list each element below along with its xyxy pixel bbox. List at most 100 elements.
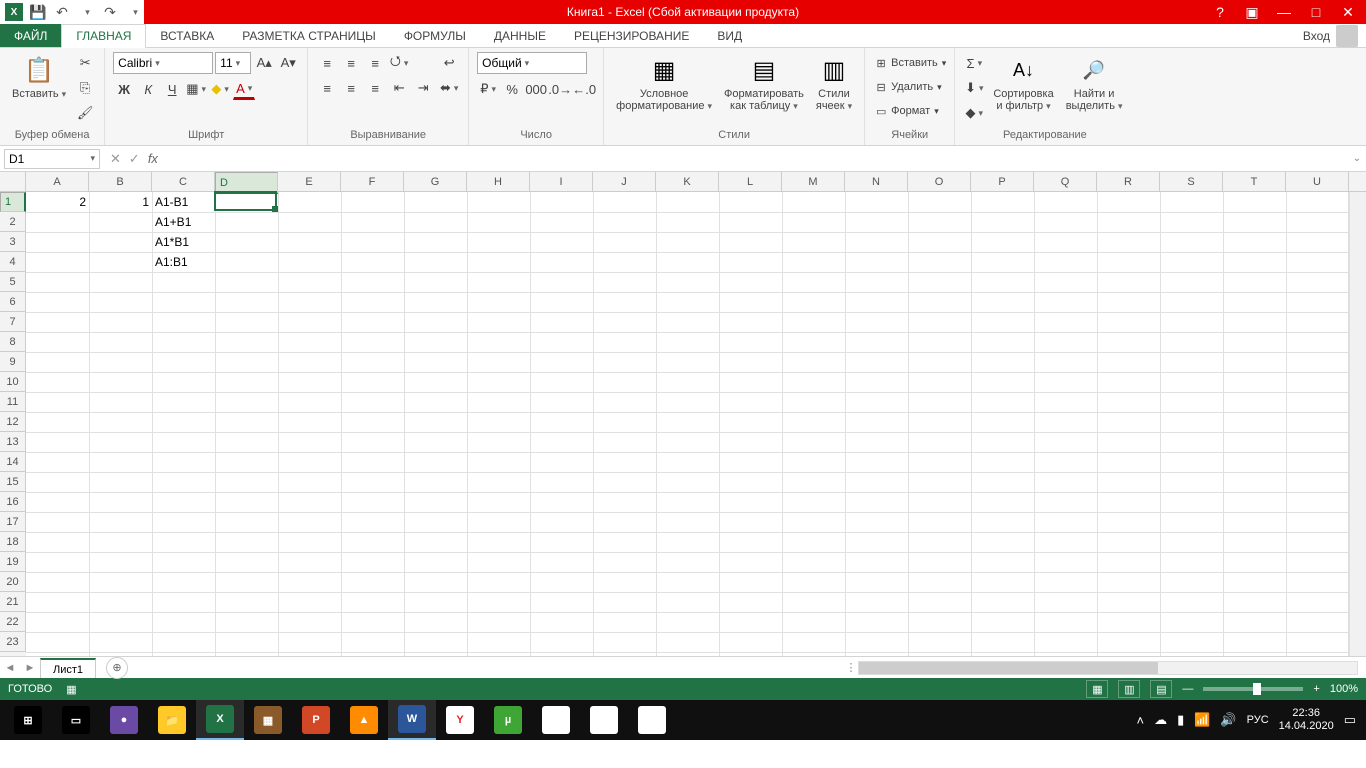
column-header[interactable]: P [971, 172, 1034, 191]
tab-file[interactable]: ФАЙЛ [0, 24, 61, 47]
decrease-decimal-icon[interactable]: ←.0 [573, 78, 595, 100]
cancel-formula-icon[interactable]: ✕ [110, 151, 121, 167]
column-header[interactable]: E [278, 172, 341, 191]
row-header[interactable]: 21 [0, 592, 26, 612]
bold-button[interactable]: Ж [113, 78, 135, 100]
row-header[interactable]: 11 [0, 392, 26, 412]
tray-wifi-icon[interactable]: 📶 [1194, 712, 1210, 728]
increase-decimal-icon[interactable]: .0→ [549, 78, 571, 100]
insert-cells-button[interactable]: ⊞Вставить▾ [873, 52, 946, 74]
column-header[interactable]: C [152, 172, 215, 191]
tray-onedrive-icon[interactable]: ☁ [1154, 712, 1167, 728]
name-box[interactable]: D1▾ [4, 149, 100, 169]
minimize-icon[interactable]: — [1274, 4, 1294, 21]
cell-value[interactable]: A1:B1 [152, 252, 215, 272]
zoom-in-icon[interactable]: + [1313, 683, 1319, 695]
align-center-icon[interactable]: ≡ [340, 77, 362, 99]
row-header[interactable]: 9 [0, 352, 26, 372]
sort-filter-button[interactable]: A↓Сортировка и фильтр [989, 52, 1057, 114]
column-header[interactable]: T [1223, 172, 1286, 191]
row-header[interactable]: 4 [0, 252, 26, 272]
spreadsheet-grid[interactable]: ABCDEFGHIJKLMNOPQRSTU 123456789101112131… [0, 172, 1366, 656]
row-header[interactable]: 23 [0, 632, 26, 652]
column-header[interactable]: O [908, 172, 971, 191]
undo-dropdown[interactable] [76, 2, 96, 22]
format-as-table-button[interactable]: ▤Форматировать как таблицу [720, 52, 808, 114]
qat-customize[interactable] [124, 2, 144, 22]
sheet-tab[interactable]: Лист1 [40, 658, 96, 678]
taskbar-powerpoint[interactable]: P [292, 700, 340, 740]
format-painter-icon[interactable]: 🖌 [74, 102, 96, 124]
normal-view-icon[interactable]: ▦ [1086, 680, 1108, 698]
page-layout-view-icon[interactable]: ▥ [1118, 680, 1140, 698]
align-bottom-icon[interactable]: ≡ [364, 52, 386, 74]
new-sheet-button[interactable]: ⊕ [106, 657, 128, 679]
tab-данные[interactable]: ДАННЫЕ [480, 24, 560, 47]
row-header[interactable]: 1 [0, 192, 26, 212]
zoom-level[interactable]: 100% [1330, 683, 1358, 695]
wrap-text-icon[interactable]: ↩ [438, 52, 460, 74]
tray-language[interactable]: РУС [1247, 714, 1269, 726]
row-header[interactable]: 3 [0, 232, 26, 252]
taskbar-explorer[interactable]: 📁 [148, 700, 196, 740]
find-select-button[interactable]: 🔎Найти и выделить [1062, 52, 1127, 114]
taskbar-doc1[interactable] [532, 700, 580, 740]
comma-format-icon[interactable]: 000 [525, 78, 547, 100]
tab-split[interactable]: ⋮ [844, 661, 858, 674]
redo-icon[interactable]: ↷ [100, 2, 120, 22]
accounting-format-icon[interactable]: ₽ [477, 78, 499, 100]
conditional-formatting-button[interactable]: ▦Условное форматирование [612, 52, 716, 114]
orientation-icon[interactable]: ⭯ [388, 52, 410, 74]
tab-вставка[interactable]: ВСТАВКА [146, 24, 228, 47]
row-header[interactable]: 14 [0, 452, 26, 472]
column-header[interactable]: N [845, 172, 908, 191]
column-header[interactable]: G [404, 172, 467, 191]
tab-вид[interactable]: ВИД [703, 24, 756, 47]
fill-color-button[interactable]: ◆ [209, 78, 231, 100]
italic-button[interactable]: К [137, 78, 159, 100]
close-icon[interactable]: ✕ [1338, 4, 1358, 21]
column-header[interactable]: H [467, 172, 530, 191]
row-header[interactable]: 2 [0, 212, 26, 232]
indent-decrease-icon[interactable]: ⇤ [388, 77, 410, 99]
font-size-select[interactable]: 11 [215, 52, 251, 74]
percent-format-icon[interactable]: % [501, 78, 523, 100]
font-name-select[interactable]: Calibri [113, 52, 213, 74]
cell-value[interactable]: A1*B1 [152, 232, 215, 252]
tray-battery-icon[interactable]: ▮ [1177, 712, 1184, 728]
zoom-out-icon[interactable]: — [1182, 683, 1193, 695]
font-color-button[interactable]: A [233, 78, 255, 100]
macro-record-icon[interactable]: ▦ [66, 683, 76, 696]
row-header[interactable]: 6 [0, 292, 26, 312]
taskbar-excel[interactable]: X [196, 700, 244, 740]
taskbar-yandex-browser[interactable]: Y [436, 700, 484, 740]
tab-главная[interactable]: ГЛАВНАЯ [61, 24, 146, 48]
fx-icon[interactable]: fx [148, 151, 158, 167]
sheet-nav-next[interactable]: ► [20, 662, 40, 674]
horizontal-scrollbar[interactable] [858, 661, 1358, 675]
expand-formula-bar-icon[interactable]: ⌄ [1348, 153, 1366, 164]
cut-icon[interactable]: ✂ [74, 52, 96, 74]
taskbar-word[interactable]: W [388, 700, 436, 740]
delete-cells-button[interactable]: ⊟Удалить▾ [873, 76, 942, 98]
row-header[interactable]: 12 [0, 412, 26, 432]
border-button[interactable]: ▦ [185, 78, 207, 100]
cell-value[interactable]: A1+B1 [152, 212, 215, 232]
tab-разметка страницы[interactable]: РАЗМЕТКА СТРАНИЦЫ [228, 24, 390, 47]
tray-volume-icon[interactable]: 🔊 [1220, 712, 1236, 728]
column-header[interactable]: R [1097, 172, 1160, 191]
row-header[interactable]: 7 [0, 312, 26, 332]
active-cell-outline[interactable] [214, 191, 277, 211]
taskbar-start[interactable]: ⊞ [4, 700, 52, 740]
taskbar-winrar[interactable]: ▦ [244, 700, 292, 740]
column-header[interactable]: U [1286, 172, 1349, 191]
tab-рецензирование[interactable]: РЕЦЕНЗИРОВАНИЕ [560, 24, 703, 47]
taskbar-vlc[interactable]: ▲ [340, 700, 388, 740]
row-header[interactable]: 17 [0, 512, 26, 532]
page-break-view-icon[interactable]: ▤ [1150, 680, 1172, 698]
column-header[interactable]: S [1160, 172, 1223, 191]
cell-value[interactable]: A1-B1 [152, 192, 215, 212]
row-header[interactable]: 18 [0, 532, 26, 552]
autosum-icon[interactable]: Σ [963, 52, 985, 74]
clear-icon[interactable]: ◆ [963, 102, 985, 124]
